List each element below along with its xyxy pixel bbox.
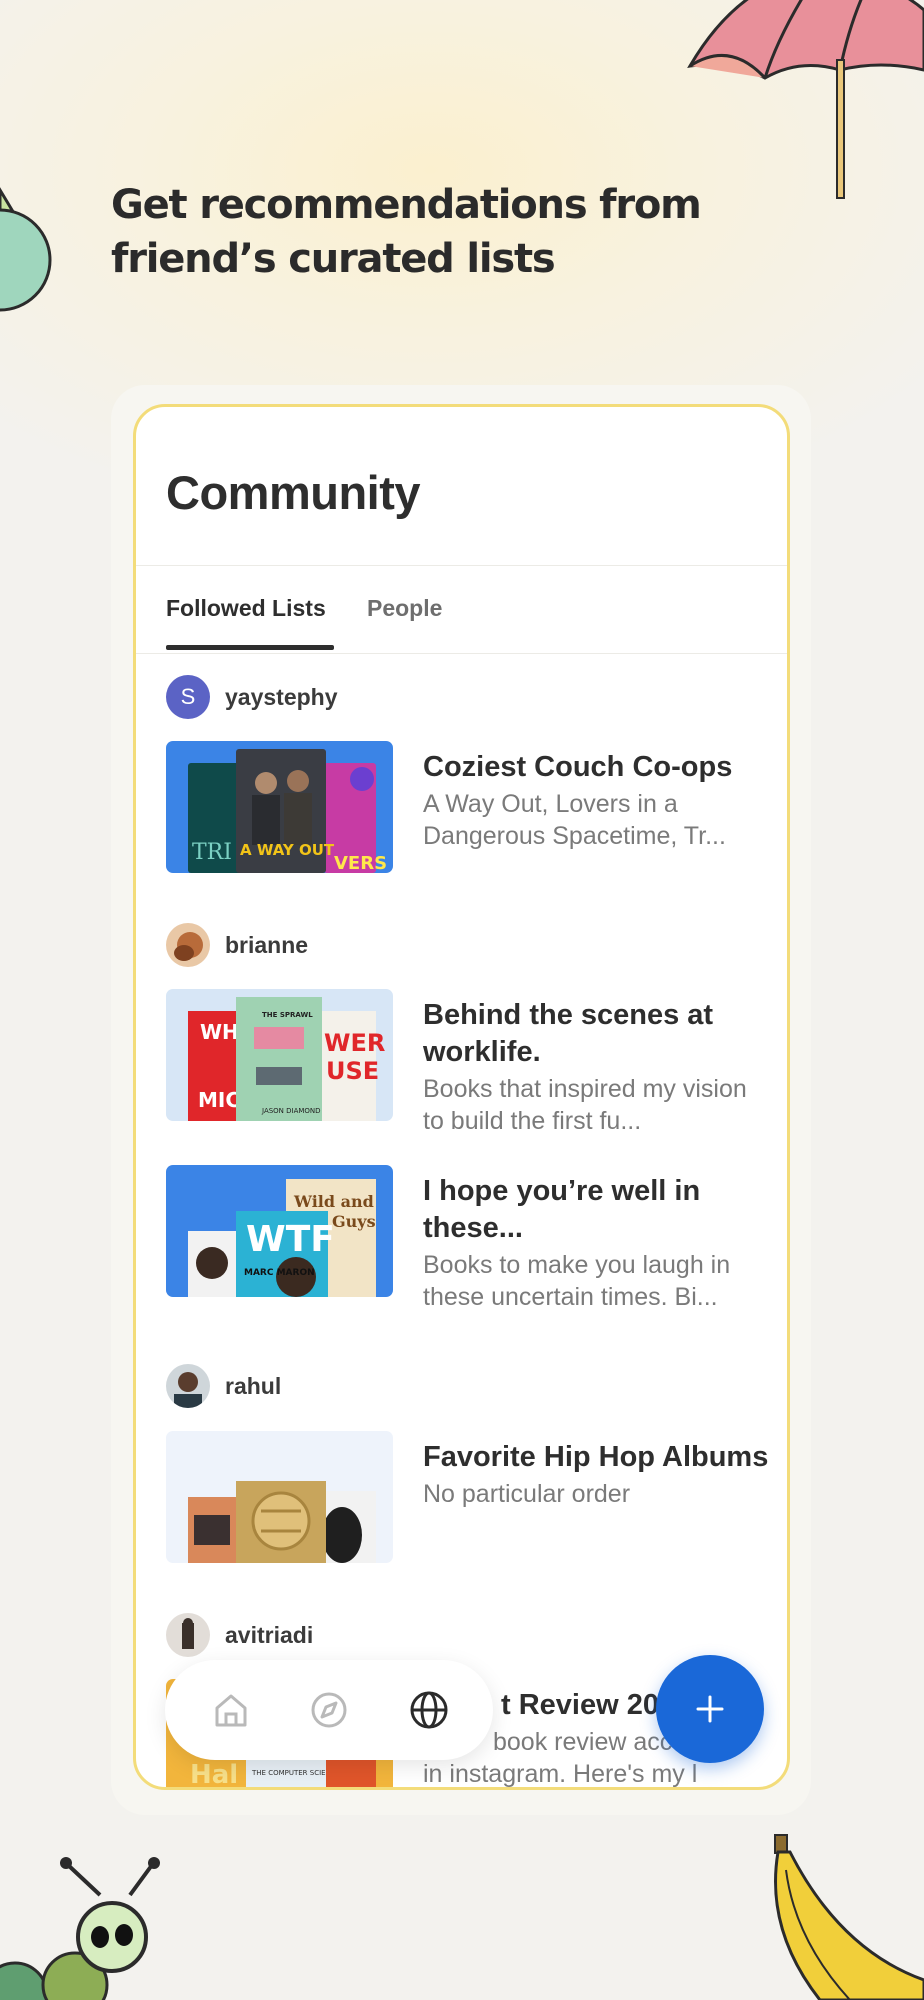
cover-text: THE SPRAWL	[262, 1011, 313, 1019]
user-row-yaystephy[interactable]: S yaystephy	[166, 675, 338, 719]
list-item-coziest-couch[interactable]: TRI VERS A WAY OUT Coziest Couch Co-ops …	[166, 741, 766, 873]
cover-text: Hal	[190, 1760, 238, 1790]
cover-text: WTF	[246, 1219, 335, 1260]
page-headline: Get recommendations from friend’s curate…	[111, 182, 702, 282]
cover-text: A WAY OUT	[240, 841, 335, 859]
cover-text: TRI	[192, 840, 232, 865]
avatar	[166, 1613, 210, 1657]
list-description-line-2: in instagram. Here's my l	[423, 1760, 698, 1788]
cover-text: MARC MARON	[244, 1268, 315, 1278]
bottom-nav	[165, 1660, 493, 1760]
list-title: Behind the scenes at worklife.	[423, 999, 714, 1068]
community-card: Community Followed Lists People S yayste…	[133, 404, 790, 1790]
cover-text: Wild and	[293, 1192, 374, 1211]
list-item-behind-the-scenes[interactable]: WHO MICH WER USE THE SPRAWL JASON DIAMON…	[166, 989, 766, 1135]
list-title: I hope you’re well in these...	[423, 1175, 701, 1244]
nav-home[interactable]	[209, 1688, 253, 1732]
add-list-button[interactable]	[656, 1655, 764, 1763]
list-description: Books that inspired my vision to build t…	[423, 1075, 747, 1135]
plus-icon	[696, 1695, 724, 1723]
list-description: No particular order	[423, 1480, 631, 1508]
globe-icon	[410, 1691, 448, 1729]
header-divider	[136, 565, 787, 566]
banana-illustration	[774, 1834, 924, 2000]
cover-text: WER	[324, 1029, 385, 1057]
list-title: Coziest Couch Co-ops	[423, 751, 733, 783]
avatar: S	[166, 675, 210, 719]
card-title: Community	[166, 466, 421, 519]
username: avitriadi	[225, 1621, 314, 1648]
tab-followed-lists[interactable]: Followed Lists	[166, 595, 326, 622]
list-description: A Way Out, Lovers in a Dangerous Spaceti…	[423, 790, 726, 850]
list-description: Books to make you laugh in these uncerta…	[423, 1251, 731, 1311]
cover-text: JASON DIAMOND	[261, 1107, 321, 1115]
nav-explore[interactable]	[307, 1688, 351, 1732]
list-item-hip-hop-albums[interactable]: Favorite Hip Hop Albums No particular or…	[166, 1431, 768, 1563]
list-cover-collage: TRI VERS A WAY OUT	[166, 741, 393, 873]
tab-people[interactable]: People	[367, 595, 442, 622]
avatar	[166, 1364, 210, 1408]
compass-icon	[311, 1692, 347, 1728]
home-icon	[215, 1694, 247, 1727]
list-item-hope-youre-well[interactable]: Wild and Guys WTF MARC MARON I hope you’…	[166, 1165, 766, 1311]
avatar	[166, 923, 210, 967]
list-title: Favorite Hip Hop Albums	[423, 1441, 769, 1473]
cover-text: USE	[326, 1057, 379, 1085]
list-cover-collage: WHO MICH WER USE THE SPRAWL JASON DIAMON…	[166, 989, 393, 1121]
tabs-divider	[136, 653, 787, 654]
cover-text: Guys	[332, 1212, 376, 1231]
username: rahul	[225, 1372, 282, 1399]
user-row-brianne[interactable]: brianne	[166, 923, 308, 967]
cover-text: VERS	[334, 853, 387, 873]
list-cover-collage: Wild and Guys WTF MARC MARON	[166, 1165, 393, 1297]
active-tab-indicator	[166, 645, 334, 650]
user-row-rahul[interactable]: rahul	[166, 1364, 281, 1408]
username: brianne	[225, 931, 309, 958]
user-row-avitriadi[interactable]: avitriadi	[166, 1613, 313, 1657]
caterpillar-illustration	[0, 1857, 160, 2000]
list-cover-collage	[166, 1431, 393, 1563]
nav-community[interactable]	[407, 1688, 451, 1732]
username: yaystephy	[225, 683, 338, 710]
umbrella-illustration	[687, 0, 924, 199]
green-blob-illustration	[0, 187, 52, 312]
